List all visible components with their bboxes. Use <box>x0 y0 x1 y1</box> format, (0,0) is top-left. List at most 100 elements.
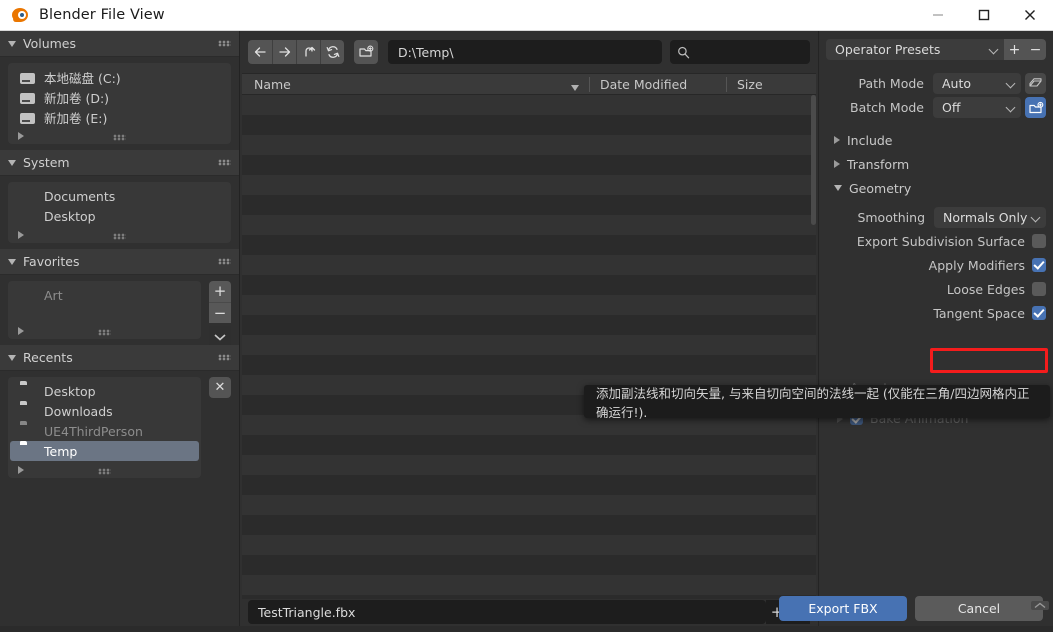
path-value: D:\Temp\ <box>398 44 454 60</box>
operator-presets-row: Operator Presets + − <box>819 39 1053 60</box>
file-row[interactable] <box>242 275 816 295</box>
batch-mode-label: Batch Mode <box>850 100 924 115</box>
resize-grip-icon[interactable] <box>97 329 111 336</box>
file-row[interactable] <box>242 115 816 135</box>
file-row[interactable] <box>242 95 816 115</box>
sidebar-section-system-header[interactable]: System <box>0 150 239 176</box>
apply-modifiers-checkbox[interactable] <box>1032 258 1046 272</box>
status-bar <box>0 626 1053 632</box>
parent-directory-button[interactable] <box>296 40 320 64</box>
column-header-date-modified[interactable]: Date Modified <box>590 77 726 92</box>
resize-corner-grip[interactable] <box>1031 601 1049 610</box>
minimize-button[interactable] <box>915 0 961 31</box>
list-item[interactable]: 新加卷 (E:) <box>10 107 229 127</box>
list-item[interactable]: 新加卷 (D:) <box>10 87 229 107</box>
column-header-size[interactable]: Size <box>727 77 763 92</box>
file-row[interactable] <box>242 295 816 315</box>
filename-input[interactable]: TestTriangle.fbx <box>248 600 766 624</box>
file-list[interactable] <box>242 95 816 599</box>
resize-grip-icon[interactable] <box>97 468 111 475</box>
maximize-button[interactable] <box>961 0 1007 31</box>
file-row[interactable] <box>242 255 816 275</box>
sidebar-section-favorites-header[interactable]: Favorites <box>0 249 239 275</box>
operator-presets-dropdown[interactable]: Operator Presets <box>826 39 1004 60</box>
file-row[interactable] <box>242 235 816 255</box>
list-item[interactable]: UE4ThirdPerson <box>10 421 199 441</box>
recents-list: Desktop Downloads UE4ThirdPerson Temp <box>8 377 201 478</box>
cancel-button[interactable]: Cancel <box>915 596 1043 621</box>
file-row[interactable] <box>242 195 816 215</box>
chevron-right-icon[interactable] <box>18 230 24 239</box>
drive-icon <box>20 92 35 104</box>
batch-folder-icon[interactable] <box>1025 97 1046 118</box>
export-subdivision-surface-row[interactable]: Export Subdivision Surface <box>826 229 1046 253</box>
chevron-right-icon[interactable] <box>18 465 24 474</box>
smoothing-dropdown[interactable]: Normals Only <box>934 207 1046 228</box>
add-preset-button[interactable]: + <box>1004 39 1025 60</box>
column-header-name[interactable]: Name <box>242 77 589 92</box>
sidebar-section-volumes-header[interactable]: Volumes <box>0 31 239 57</box>
clear-recents-button[interactable]: ✕ <box>209 377 231 398</box>
list-item[interactable]: Desktop <box>10 206 229 226</box>
section-geometry[interactable]: Geometry <box>819 176 1053 200</box>
blender-logo-icon <box>11 6 30 24</box>
remove-preset-button[interactable]: − <box>1025 39 1046 60</box>
list-item[interactable]: Documents <box>10 186 229 206</box>
section-transform[interactable]: Transform <box>819 152 1053 176</box>
file-row[interactable] <box>242 535 816 555</box>
export-fbx-button[interactable]: Export FBX <box>779 596 907 621</box>
file-row[interactable] <box>242 215 816 235</box>
smoothing-value: Normals Only <box>943 210 1028 225</box>
chevron-down-icon <box>1005 78 1016 89</box>
path-mode-dropdown[interactable]: Auto <box>933 73 1021 94</box>
file-row[interactable] <box>242 355 816 375</box>
relative-path-icon[interactable] <box>1025 73 1046 94</box>
list-item[interactable]: Desktop <box>10 381 199 401</box>
filename-value: TestTriangle.fbx <box>258 604 356 620</box>
file-row[interactable] <box>242 335 816 355</box>
file-row[interactable] <box>242 475 816 495</box>
tangent-space-checkbox[interactable] <box>1032 306 1046 320</box>
list-item[interactable]: 本地磁盘 (C:) <box>10 67 229 87</box>
loose-edges-checkbox[interactable] <box>1032 282 1046 296</box>
close-button[interactable] <box>1007 0 1053 31</box>
apply-modifiers-row[interactable]: Apply Modifiers <box>826 253 1046 277</box>
file-row[interactable] <box>242 455 816 475</box>
back-button[interactable] <box>248 40 272 64</box>
search-input[interactable] <box>670 40 810 64</box>
file-row[interactable] <box>242 315 816 335</box>
file-row[interactable] <box>242 435 816 455</box>
section-include[interactable]: Include <box>819 128 1053 152</box>
export-subdivision-surface-checkbox[interactable] <box>1032 234 1046 248</box>
file-list-column-header: Name Date Modified Size <box>242 73 816 95</box>
resize-grip-icon[interactable] <box>112 134 126 141</box>
add-favorite-button[interactable]: + <box>209 281 231 302</box>
list-item[interactable]: Downloads <box>10 401 199 421</box>
batch-mode-dropdown[interactable]: Off <box>933 97 1021 118</box>
list-item-selected[interactable]: Temp <box>10 441 199 461</box>
chevron-right-icon[interactable] <box>18 326 24 335</box>
tooltip-text: 添加副法线和切向矢量, 与来自切向空间的法线一起 (仅能在三角/四边网格内正确运… <box>596 385 1030 420</box>
path-input[interactable]: D:\Temp\ <box>388 40 662 64</box>
file-row[interactable] <box>242 175 816 195</box>
loose-edges-row[interactable]: Loose Edges <box>826 277 1046 301</box>
file-row[interactable] <box>242 495 816 515</box>
list-item-label: Desktop <box>44 208 96 224</box>
sidebar: Volumes 本地磁盘 (C:) 新加卷 (D:) 新加卷 (E:) Syst… <box>0 31 240 632</box>
refresh-button[interactable] <box>320 40 344 64</box>
tangent-space-row[interactable]: Tangent Space <box>826 301 1046 325</box>
forward-button[interactable] <box>272 40 296 64</box>
list-item-label: 新加卷 (E:) <box>44 110 108 126</box>
new-folder-button[interactable] <box>354 40 378 64</box>
file-row[interactable] <box>242 135 816 155</box>
resize-grip-icon[interactable] <box>112 233 126 240</box>
file-row[interactable] <box>242 155 816 175</box>
sidebar-section-recents-header[interactable]: Recents <box>0 345 239 371</box>
section-label: Geometry <box>849 180 912 196</box>
file-list-scrollbar[interactable] <box>811 95 816 225</box>
file-row[interactable] <box>242 555 816 575</box>
list-item[interactable]: Art <box>10 285 199 305</box>
remove-favorite-button[interactable]: − <box>209 302 231 323</box>
chevron-right-icon[interactable] <box>18 131 24 140</box>
file-row[interactable] <box>242 515 816 535</box>
